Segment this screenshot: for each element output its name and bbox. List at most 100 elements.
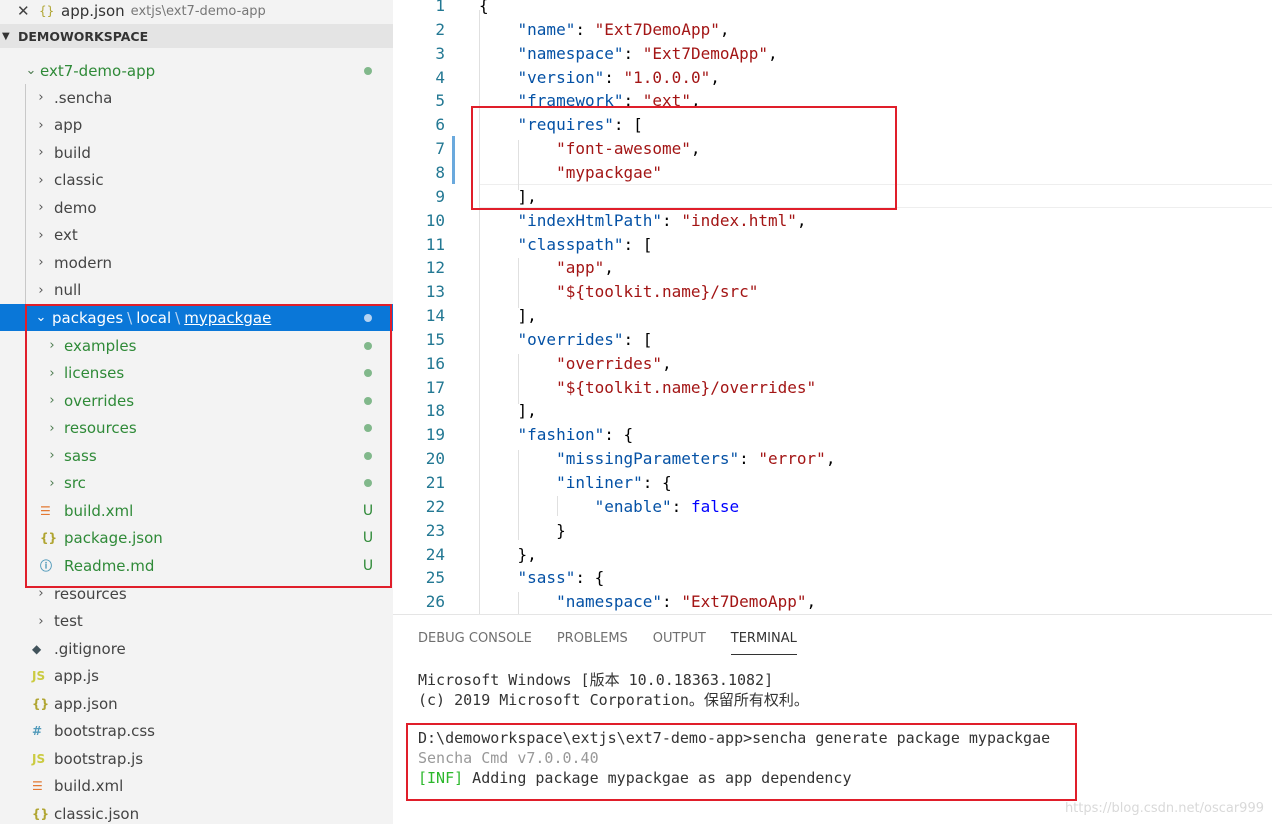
tree-folder-resources[interactable]: › resources <box>0 580 393 607</box>
tree-file-bootstrapcss[interactable]: # bootstrap.css <box>0 718 393 745</box>
code-line[interactable]: 17 "${toolkit.name}/overrides" <box>393 376 1272 400</box>
code-text: "enable": false <box>594 496 740 516</box>
line-number: 3 <box>435 43 445 63</box>
close-icon[interactable]: ✕ <box>17 2 35 20</box>
code-line[interactable]: 16 "overrides", <box>393 352 1272 376</box>
tree-folder-classic[interactable]: › classic <box>0 167 393 194</box>
code-line[interactable]: 8 "mypackgae" <box>393 161 1272 185</box>
tree-file-appjson[interactable]: {} app.json <box>0 690 393 717</box>
tree-file-appjs[interactable]: JS app.js <box>0 663 393 690</box>
tree-folder-root[interactable]: ⌄ ext7-demo-app <box>0 57 393 84</box>
chevron-right-icon: › <box>49 365 55 381</box>
code-line[interactable]: 20 "missingParameters": "error", <box>393 447 1272 471</box>
tree-item-src[interactable]: › src <box>0 470 393 497</box>
code-text: "indexHtmlPath": "index.html", <box>517 210 807 230</box>
code-line[interactable]: 13 "${toolkit.name}/src" <box>393 280 1272 304</box>
tree-item-buildxml[interactable]: ☰ build.xml U <box>0 497 393 524</box>
code-line[interactable]: 23 } <box>393 519 1272 543</box>
chevron-right-icon: › <box>38 613 44 629</box>
tree-folder-label: ext7-demo-app <box>40 61 156 80</box>
tree-folder-modern[interactable]: › modern <box>0 249 393 276</box>
tree-folder-sencha[interactable]: › .sencha <box>0 84 393 111</box>
terminal-line: (c) 2019 Microsoft Corporation。保留所有权利。 <box>418 691 809 709</box>
code-line[interactable]: 7 "font-awesome", <box>393 137 1272 161</box>
chevron-right-icon: › <box>38 117 44 133</box>
path-segment: local <box>136 308 172 327</box>
code-line[interactable]: 19 "fashion": { <box>393 423 1272 447</box>
path-separator: \ <box>127 308 133 327</box>
line-number: 25 <box>425 568 445 588</box>
tree-folder-label: app <box>54 116 83 134</box>
line-number: 13 <box>425 282 445 302</box>
code-line[interactable]: 2 "name": "Ext7DemoApp", <box>393 18 1272 42</box>
code-line[interactable]: 9 ], <box>393 185 1272 209</box>
code-line[interactable]: 21 "inliner": { <box>393 471 1272 495</box>
info-icon: ⓘ <box>40 559 53 573</box>
tree-item-label: resources <box>64 419 137 437</box>
line-number: 20 <box>425 449 445 469</box>
rss-icon: ☰ <box>32 779 43 793</box>
tree-folder-build[interactable]: › build <box>0 139 393 166</box>
tree-folder-label: build <box>54 143 91 162</box>
tree-folder-packages-local-mypackgae[interactable]: ⌄ packages \ local \ mypackgae <box>0 304 393 331</box>
git-status-dot <box>362 393 374 409</box>
code-text: "font-awesome", <box>556 139 701 159</box>
code-line[interactable]: 10 "indexHtmlPath": "index.html", <box>393 209 1272 233</box>
tree-item-examples[interactable]: › examples <box>0 332 393 359</box>
tree-file-buildxml[interactable]: ☰ build.xml <box>0 773 393 800</box>
tree-file-classicjson[interactable]: {} classic.json <box>0 800 393 824</box>
code-line[interactable]: 11 "classpath": [ <box>393 233 1272 257</box>
code-line[interactable]: 6 "requires": [ <box>393 113 1272 137</box>
code-text: "namespace": "Ext7DemoApp", <box>556 592 817 612</box>
open-editor-item[interactable]: ✕ {} app.json extjs\ext7-demo-app <box>0 0 393 22</box>
code-line[interactable]: 1{ <box>393 0 1272 18</box>
path-separator: \ <box>175 308 181 327</box>
tree-item-licenses[interactable]: › licenses <box>0 360 393 387</box>
js-icon: JS <box>32 669 46 683</box>
code-text: } <box>479 520 566 540</box>
tree-file-gitignore[interactable]: ◆ .gitignore <box>0 635 393 662</box>
tree-item-resources[interactable]: › resources <box>0 415 393 442</box>
tree-folder-label: modern <box>54 253 112 272</box>
line-number: 21 <box>425 473 445 492</box>
tree-item-readmemd[interactable]: ⓘ Readme.md U <box>0 552 393 579</box>
tree-item-label: sass <box>64 446 97 465</box>
tree-file-bootstrapjs[interactable]: JS bootstrap.js <box>0 745 393 772</box>
code-line[interactable]: 14 ], <box>393 304 1272 328</box>
code-line[interactable]: 24 }, <box>393 543 1272 567</box>
code-line[interactable]: 12 "app", <box>393 256 1272 280</box>
code-line[interactable]: 4 "version": "1.0.0.0", <box>393 66 1272 90</box>
tab-output[interactable]: OUTPUT <box>653 631 706 655</box>
git-status-dot <box>362 63 374 79</box>
tab-terminal[interactable]: TERMINAL <box>730 631 797 655</box>
code-line[interactable]: 18 ], <box>393 399 1272 423</box>
git-icon: ◆ <box>32 641 42 656</box>
tree-folder-demo[interactable]: › demo <box>0 194 393 221</box>
tree-folder-app[interactable]: › app <box>0 112 393 139</box>
code-line[interactable]: 26 "namespace": "Ext7DemoApp", <box>393 590 1272 614</box>
code-text: "mypackgae" <box>556 162 663 182</box>
tree-item-sass[interactable]: › sass <box>0 442 393 469</box>
tree-folder-ext[interactable]: › ext <box>0 222 393 249</box>
code-line[interactable]: 5 "framework": "ext", <box>393 89 1272 113</box>
tab-problems[interactable]: PROBLEMS <box>557 631 628 655</box>
bottom-panel: DEBUG CONSOLE PROBLEMS OUTPUT TERMINAL Micr… <box>393 614 1272 824</box>
info-tag: [INF] <box>418 769 464 787</box>
tree-folder-null[interactable]: › null <box>0 277 393 304</box>
code-line[interactable]: 15 "overrides": [ <box>393 328 1272 352</box>
line-number: 6 <box>435 115 445 135</box>
chevron-right-icon: › <box>38 200 44 215</box>
tab-debug-console[interactable]: DEBUG CONSOLE <box>418 631 532 655</box>
code-line[interactable]: 22 "enable": false <box>393 495 1272 519</box>
tree-item-overrides[interactable]: › overrides <box>0 387 393 414</box>
tree-item-label: Readme.md <box>64 556 155 575</box>
explorer-sidebar: ✕ {} app.json extjs\ext7-demo-app ▼ DEMO… <box>0 0 393 824</box>
code-editor[interactable]: 1{2 "name": "Ext7DemoApp", 3 "namespace":… <box>393 0 1272 614</box>
workspace-header[interactable]: ▼ DEMOWORKSPACE <box>0 24 393 48</box>
code-line[interactable]: 3 "namespace": "Ext7DemoApp", <box>393 42 1272 66</box>
tree-item-packagejson[interactable]: {} package.json U <box>0 525 393 552</box>
json-icon: {} <box>32 806 50 821</box>
tree-item-label: licenses <box>64 364 125 382</box>
code-line[interactable]: 25 "sass": { <box>393 566 1272 590</box>
tree-folder-test[interactable]: › test <box>0 608 393 635</box>
